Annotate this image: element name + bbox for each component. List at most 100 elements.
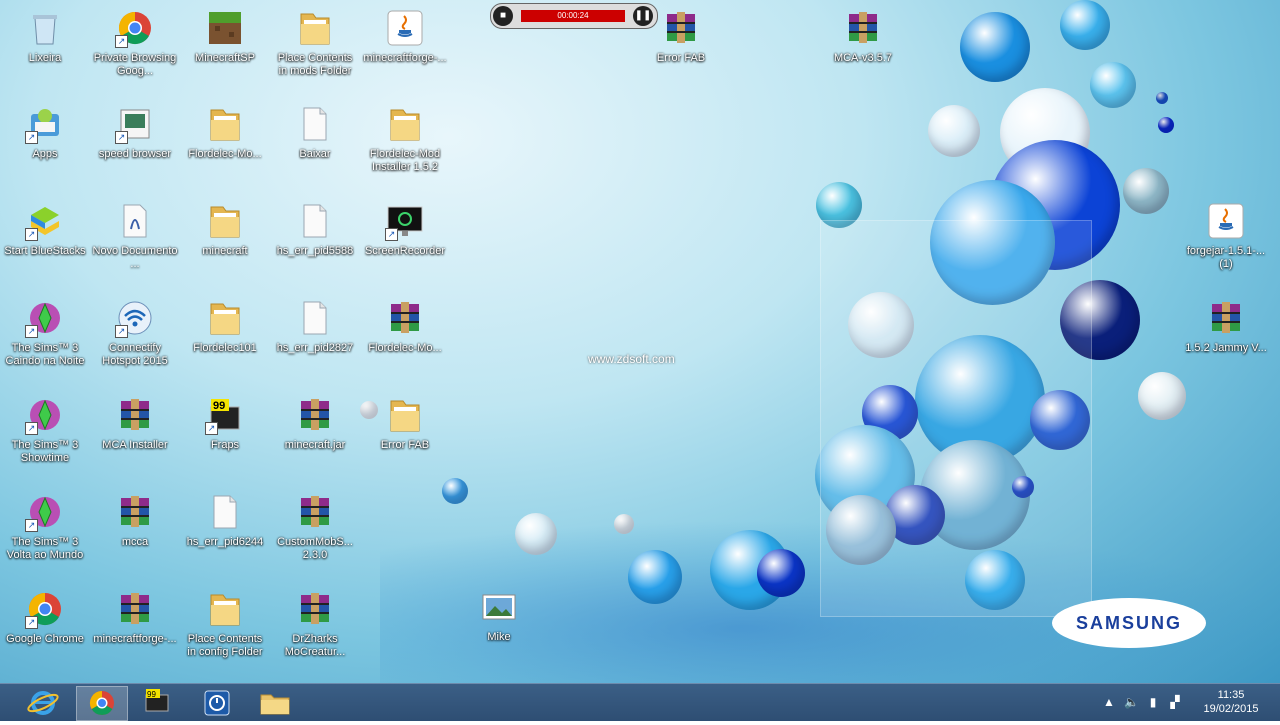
taskbar: 99 ▲ 🔈 ▮ ▞ 11:35 19/02/2015 — [0, 683, 1280, 721]
shortcut-arrow-icon: ↗ — [115, 325, 128, 338]
desktop-icon[interactable]: minecraft.jar — [272, 395, 358, 452]
desktop-icon[interactable]: Novo Documento ... — [92, 201, 178, 271]
desktop-icon[interactable]: ↗ Connectify Hotspot 2015 — [92, 298, 178, 368]
desktop-icon[interactable]: 1.5.2 Jammy V... — [1183, 298, 1269, 355]
folder-icon — [295, 8, 335, 48]
folder-icon — [205, 589, 245, 629]
stop-recording-button[interactable]: ■ — [493, 6, 513, 26]
volume-icon[interactable]: 🔈 — [1124, 695, 1139, 709]
desktop-icon[interactable]: Flordelec101 — [182, 298, 268, 355]
fraps-icon: 99 ↗ — [205, 395, 245, 435]
desktop-icon[interactable]: hs_err_pid6244 — [182, 492, 268, 549]
desktop-icon[interactable]: ↗ speed browser — [92, 104, 178, 161]
desktop-icon-label: Mike — [487, 631, 511, 643]
desktop-icon[interactable]: ↗ The Sims™ 3 Volta ao Mundo — [2, 492, 88, 562]
desktop-icon[interactable]: hs_err_pid2827 — [272, 298, 358, 355]
winrar-icon — [1206, 298, 1246, 338]
desktop-icon[interactable]: Error FAB — [638, 8, 724, 65]
file-icon — [295, 104, 335, 144]
samsung-logo: SAMSUNG — [1052, 598, 1206, 648]
svg-text:99: 99 — [213, 400, 225, 412]
desktop-icon[interactable]: forgejar-1.5.1-...(1) — [1183, 201, 1269, 271]
winrar-icon — [295, 395, 335, 435]
desktop-icon-label: minecraftforge-... — [363, 52, 447, 64]
desktop-icon[interactable]: Place Contents in mods Folder — [272, 8, 358, 78]
desktop-icon[interactable]: hs_err_pid5588 — [272, 201, 358, 258]
desktop-icon-label: forgejar-1.5.1-...(1) — [1186, 245, 1266, 270]
desktop-icon-label: Place Contents in config Folder — [187, 633, 263, 658]
winrar-icon — [661, 8, 701, 48]
clock-app-icon — [204, 690, 230, 716]
image-icon — [479, 587, 519, 627]
wallpaper-bubble — [928, 105, 980, 157]
file-icon — [295, 298, 335, 338]
desktop-icon[interactable]: Flordelec-Mo... — [182, 104, 268, 161]
ie-icon — [27, 691, 59, 715]
chrome-icon — [89, 691, 114, 716]
winrar-icon — [295, 492, 335, 532]
wallpaper-bubble — [515, 513, 557, 555]
desktop-icon[interactable]: ↗ Google Chrome — [2, 589, 88, 646]
chrome-icon: ↗ — [25, 589, 65, 629]
desktop-icon[interactable]: minecraftforge-... — [362, 8, 448, 65]
show-hidden-icons-icon[interactable]: ▲ — [1102, 695, 1116, 709]
taskbar-fraps[interactable]: 99 — [132, 686, 182, 719]
desktop-icon[interactable]: ↗ The Sims™ 3 Showtime — [2, 395, 88, 465]
sims-icon: ↗ — [25, 298, 65, 338]
desktop-icon[interactable]: ↗ Private Browsing Goog... — [92, 8, 178, 78]
desktop-icon-label: mcca — [121, 536, 149, 548]
winrar-icon — [115, 589, 155, 629]
desktop-icon-label: Private Browsing Goog... — [93, 52, 177, 77]
folder-icon — [385, 104, 425, 144]
screen-recorder-bar[interactable]: ■ 00:00:24 ❚❚ — [490, 3, 658, 29]
desktop-icon[interactable]: 99 ↗ Fraps — [182, 395, 268, 452]
desktop-icon[interactable]: DrZharks MoCreatur... — [272, 589, 358, 659]
desktop-icon[interactable]: Baixar — [272, 104, 358, 161]
desktop-icon[interactable]: Flordelec-Mod Installer 1.5.2 — [362, 104, 448, 174]
desktop-icon[interactable]: ↗ ScreenRecorder — [362, 201, 448, 258]
desktop-icon[interactable]: CustomMobS... 2.3.0 — [272, 492, 358, 562]
desktop-icon[interactable]: Error FAB — [362, 395, 448, 452]
wallpaper-bubble — [442, 478, 468, 504]
minecraft-icon — [205, 8, 245, 48]
desktop: ■ 00:00:24 ❚❚ www.zdsoft.com SAMSUNG Lix… — [0, 0, 1280, 683]
shortcut-arrow-icon: ↗ — [205, 422, 218, 435]
desktop-icon-label: DrZharks MoCreatur... — [284, 633, 346, 658]
winrar-icon — [295, 589, 335, 629]
desktop-icon-label: 1.5.2 Jammy V... — [1185, 342, 1267, 354]
app-icon: ↗ — [115, 104, 155, 144]
desktop-icon-label: The Sims™ 3 Showtime — [11, 439, 79, 464]
desktop-icon[interactable]: mcca — [92, 492, 178, 549]
desktop-icon-label: minecraft — [202, 245, 248, 257]
desktop-icon[interactable]: minecraft — [182, 201, 268, 258]
desktop-icon-label: minecraft.jar — [284, 439, 346, 451]
taskbar-clock[interactable]: 11:35 19/02/2015 — [1196, 688, 1266, 716]
desktop-icon[interactable]: MinecraftSP — [182, 8, 268, 65]
bluestacks-icon: ↗ — [25, 201, 65, 241]
desktop-icon[interactable]: ↗ Start BlueStacks — [2, 201, 88, 258]
desktop-icon[interactable]: ↗ Apps — [2, 104, 88, 161]
shortcut-arrow-icon: ↗ — [25, 616, 38, 629]
desktop-icon-label: The Sims™ 3 Caindo na Noite — [5, 342, 85, 367]
taskbar-clock-app[interactable] — [192, 686, 242, 719]
shortcut-arrow-icon: ↗ — [25, 325, 38, 338]
power-icon[interactable]: ▮ — [1146, 695, 1160, 709]
desktop-icon-label: Flordelec-Mod Installer 1.5.2 — [369, 148, 441, 173]
desktop-icon[interactable]: minecraftforge-... — [92, 589, 178, 646]
desktop-icon-label: Flordelec-Mo... — [368, 342, 442, 354]
desktop-icon[interactable]: Flordelec-Mo... — [362, 298, 448, 355]
winrar-icon — [385, 298, 425, 338]
taskbar-file-explorer[interactable] — [250, 686, 300, 719]
network-icon[interactable]: ▞ — [1168, 695, 1182, 709]
shortcut-arrow-icon: ↗ — [25, 228, 38, 241]
desktop-icon[interactable]: Place Contents in config Folder — [182, 589, 268, 659]
bluestacks-apps-icon: ↗ — [25, 104, 65, 144]
desktop-icon[interactable]: ↗ The Sims™ 3 Caindo na Noite — [2, 298, 88, 368]
desktop-icon[interactable]: Mike — [456, 587, 542, 644]
winrar-icon — [115, 395, 155, 435]
desktop-icon[interactable]: Lixeira — [2, 8, 88, 65]
desktop-icon[interactable]: MCA Installer — [92, 395, 178, 452]
desktop-icon[interactable]: MCA-v3.5.7 — [820, 8, 906, 65]
taskbar-google-chrome[interactable] — [76, 686, 128, 721]
taskbar-internet-explorer[interactable] — [18, 686, 68, 719]
